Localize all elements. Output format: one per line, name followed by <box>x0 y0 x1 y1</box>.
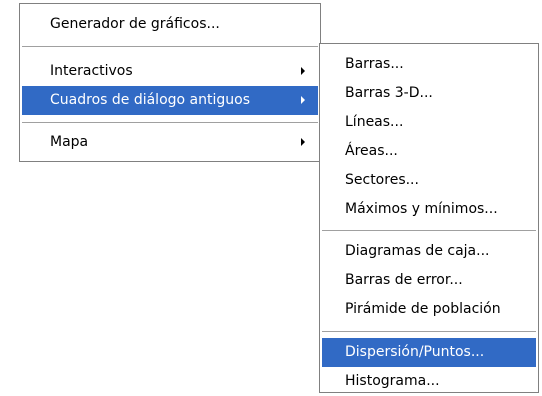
menu-item-3d-bar[interactable]: Barras 3-D... <box>322 79 536 108</box>
menu-separator <box>22 46 318 48</box>
legacy-dialogs-submenu: Barras... Barras 3-D... Líneas... Áreas.… <box>319 43 539 393</box>
menu-item-label: Sectores... <box>345 172 419 188</box>
menu-item-label: Generador de gráficos... <box>50 16 220 32</box>
submenu-arrow-icon <box>301 138 305 146</box>
menu-item-scatter-dot[interactable]: Dispersión/Puntos... <box>322 338 536 367</box>
graphs-menu: Generador de gráficos... Interactivos Cu… <box>19 3 321 162</box>
menu-item-label: Mapa <box>50 134 89 150</box>
submenu-arrow-icon <box>301 96 305 104</box>
menu-item-area[interactable]: Áreas... <box>322 137 536 166</box>
menu-item-bar[interactable]: Barras... <box>322 50 536 79</box>
menu-item-interactive[interactable]: Interactivos <box>22 57 318 86</box>
menu-item-label: Diagramas de caja... <box>345 243 490 259</box>
menu-item-label: Histograma... <box>345 373 440 389</box>
menu-item-label: Áreas... <box>345 143 398 159</box>
menu-item-error-bar[interactable]: Barras de error... <box>322 266 536 295</box>
menu-separator <box>322 230 536 232</box>
menu-item-chart-builder[interactable]: Generador de gráficos... <box>22 10 318 39</box>
submenu-arrow-icon <box>301 67 305 75</box>
menu-item-pie[interactable]: Sectores... <box>322 166 536 195</box>
menu-item-line[interactable]: Líneas... <box>322 108 536 137</box>
menu-separator <box>322 331 536 333</box>
menu-item-map[interactable]: Mapa <box>22 128 318 157</box>
menu-separator <box>22 122 318 124</box>
menu-item-label: Barras... <box>345 56 404 72</box>
menu-item-label: Pirámide de población <box>345 301 501 317</box>
menu-item-population-pyramid[interactable]: Pirámide de población <box>322 295 536 324</box>
menu-item-label: Interactivos <box>50 63 133 79</box>
menu-item-high-low[interactable]: Máximos y mínimos... <box>322 195 536 224</box>
menu-item-label: Dispersión/Puntos... <box>345 344 485 360</box>
menu-item-label: Barras 3-D... <box>345 85 433 101</box>
menu-item-label: Máximos y mínimos... <box>345 201 498 217</box>
menu-item-boxplot[interactable]: Diagramas de caja... <box>322 237 536 266</box>
menu-item-label: Cuadros de diálogo antiguos <box>50 92 250 108</box>
menu-item-label: Barras de error... <box>345 272 463 288</box>
menu-item-legacy-dialogs[interactable]: Cuadros de diálogo antiguos <box>22 86 318 115</box>
menu-item-label: Líneas... <box>345 114 404 130</box>
